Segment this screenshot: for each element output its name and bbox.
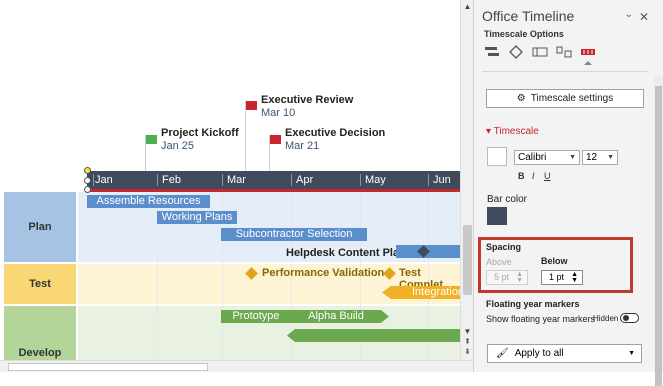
dropdown-arrow-icon: ▼ (569, 154, 576, 161)
scroll-thumb[interactable] (655, 86, 662, 386)
task-bar[interactable]: Integration (390, 286, 460, 299)
text-color-picker[interactable] (487, 147, 507, 166)
task-label[interactable]: Helpdesk Content Plan (286, 247, 406, 259)
slide-vertical-scrollbar[interactable]: ▲ ▼ ⇞ ⇟ (460, 0, 473, 360)
timescale-bar[interactable]: Jan Feb Mar Apr May Jun (87, 171, 460, 192)
pane-title: Office Timeline (482, 8, 575, 24)
lane-label-test[interactable]: Test (4, 264, 76, 304)
office-timeline-pane: Office Timeline ⌄ ✕ Timescale Options ⚙ … (473, 0, 663, 386)
lane-label-plan[interactable]: Plan (4, 192, 76, 262)
timescale-settings-button[interactable]: ⚙ Timescale settings (486, 89, 644, 108)
scroll-thumb[interactable] (8, 363, 208, 371)
bar-color-picker[interactable] (487, 207, 507, 225)
bold-button[interactable]: B (518, 171, 525, 181)
apply-label: Apply to all (514, 348, 564, 359)
slide-horizontal-scrollbar[interactable] (0, 360, 473, 372)
task-options-icon[interactable] (484, 45, 500, 59)
italic-button[interactable]: I (532, 171, 535, 181)
month-label: May (365, 174, 386, 186)
lane-label-develop[interactable]: Develop (4, 306, 76, 360)
floating-year-markers-label: Floating year markers (486, 299, 580, 309)
selected-indicator-icon (584, 61, 592, 65)
month-label: Jan (95, 174, 113, 186)
section-title: Timescale (493, 126, 539, 137)
flag-title[interactable]: Project Kickoff (161, 127, 239, 139)
flag-date[interactable]: Mar 21 (285, 140, 319, 152)
font-value: Calibri (518, 152, 547, 163)
scroll-down-icon[interactable]: ▼ (463, 327, 472, 336)
task-bar[interactable] (295, 329, 460, 342)
divider (482, 71, 648, 72)
task-bar[interactable]: Alpha Build (291, 310, 381, 323)
underline-button[interactable]: U (544, 171, 551, 181)
timescale-settings-label: Timescale settings (530, 93, 614, 104)
arrow-left-icon (287, 329, 295, 342)
layout-options-icon[interactable] (556, 45, 572, 59)
timescale-options-icon[interactable] (580, 45, 596, 59)
task-bar[interactable]: Prototype (221, 310, 291, 323)
bar-color-label: Bar color (487, 194, 528, 205)
task-bar[interactable]: Working Plans (157, 211, 237, 224)
task-bar[interactable]: Subcontractor Selection (221, 228, 367, 241)
arrow-left-icon (382, 286, 391, 299)
apply-to-all-dropdown[interactable]: 🖌 Apply to all ▼ (487, 344, 642, 363)
red-flag-icon (270, 135, 281, 144)
pane-scrollbar[interactable] (654, 76, 663, 386)
flag-title[interactable]: Executive Review (261, 94, 353, 106)
next-slide-icon[interactable]: ⇟ (463, 347, 472, 356)
chevron-down-icon[interactable]: ⌄ (625, 9, 633, 20)
spacing-highlight-box (478, 237, 633, 293)
tick (93, 174, 94, 186)
font-size-value: 12 (586, 152, 598, 163)
selection-handle[interactable] (84, 186, 91, 193)
tick (360, 174, 361, 186)
month-label: Mar (227, 174, 246, 186)
milestone-options-icon[interactable] (508, 45, 524, 59)
close-icon[interactable]: ✕ (639, 10, 649, 24)
selection-handle[interactable] (84, 177, 91, 184)
red-flag-icon (246, 101, 257, 110)
toggle-state-label: Hidden (593, 314, 619, 323)
selection-handle[interactable] (84, 167, 91, 174)
scroll-up-icon[interactable]: ▲ (463, 2, 472, 11)
tick (291, 174, 292, 186)
pane-subtitle: Timescale Options (484, 29, 564, 39)
month-label: Jun (433, 174, 451, 186)
font-size-dropdown[interactable]: 12 ▼ (582, 150, 618, 165)
tick (428, 174, 429, 186)
flag-date[interactable]: Mar 10 (261, 107, 295, 119)
triangle-down-icon: ▾ (486, 126, 494, 137)
flag-title[interactable]: Executive Decision (285, 127, 385, 139)
timeline-slide: Plan Test Develop Project Kickoff Jan 25… (0, 0, 460, 360)
task-bar[interactable]: Assemble Resources (87, 195, 210, 208)
month-label: Apr (296, 174, 314, 186)
dropdown-arrow-icon: ▼ (628, 350, 635, 357)
swimlane-options-icon[interactable] (532, 45, 548, 59)
floating-year-toggle[interactable] (620, 313, 639, 323)
scroll-thumb[interactable] (463, 225, 472, 295)
toggle-knob (623, 315, 629, 321)
today-line (87, 189, 460, 192)
show-floating-label: Show floating year markers (486, 314, 596, 324)
options-toolbar (484, 43, 654, 65)
month-label: Feb (162, 174, 181, 186)
arrow-right-icon (381, 310, 389, 323)
milestone-label[interactable]: Performance Validation (262, 267, 384, 279)
gear-icon: ⚙ (516, 93, 526, 104)
green-flag-icon (146, 135, 157, 144)
font-family-dropdown[interactable]: Calibri ▼ (514, 150, 580, 165)
flag-date[interactable]: Jan 25 (161, 140, 194, 152)
timescale-section-header[interactable]: ▾ Timescale (486, 126, 539, 137)
tick (222, 174, 223, 186)
paintbrush-icon: 🖌 (496, 348, 509, 359)
tick (157, 174, 158, 186)
dropdown-arrow-icon: ▼ (607, 154, 614, 161)
prev-slide-icon[interactable]: ⇞ (463, 337, 472, 346)
